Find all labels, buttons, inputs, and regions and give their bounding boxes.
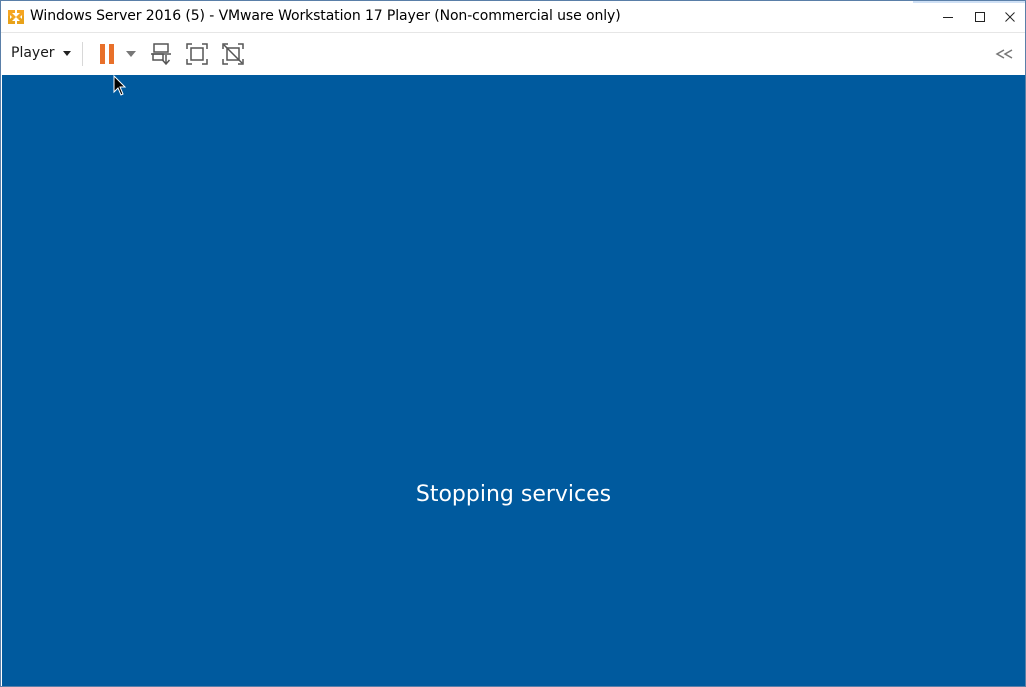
- pause-dropdown-button[interactable]: [123, 39, 139, 69]
- vm-status-text: Stopping services: [415, 482, 612, 507]
- close-button[interactable]: [995, 1, 1025, 32]
- close-icon: [1005, 11, 1015, 22]
- fullscreen-icon: [186, 43, 208, 65]
- pause-button[interactable]: [93, 39, 121, 69]
- player-menu-label: Player: [11, 45, 55, 61]
- window-title: Windows Server 2016 (5) - VMware Worksta…: [30, 8, 621, 24]
- maximize-button[interactable]: [965, 1, 995, 32]
- chevron-down-icon: [126, 51, 136, 57]
- double-chevron-left-icon: [995, 49, 1013, 59]
- fullscreen-button[interactable]: [183, 39, 211, 69]
- vm-console[interactable]: Stopping services: [2, 75, 1025, 686]
- title-bar[interactable]: Windows Server 2016 (5) - VMware Worksta…: [1, 1, 1025, 32]
- maximize-icon: [975, 11, 985, 22]
- pause-icon: [100, 44, 114, 64]
- collapse-toolbar-button[interactable]: [991, 39, 1019, 69]
- send-ctrl-alt-del-button[interactable]: [147, 39, 175, 69]
- minimize-button[interactable]: [933, 1, 963, 32]
- toolbar: Player: [1, 32, 1025, 75]
- player-menu-button[interactable]: Player: [5, 38, 77, 68]
- mouse-cursor-icon: [113, 75, 127, 96]
- vmware-player-window: Windows Server 2016 (5) - VMware Worksta…: [0, 0, 1026, 687]
- unity-button[interactable]: [219, 39, 247, 69]
- vmware-player-icon: [7, 8, 25, 26]
- minimize-icon: [943, 16, 953, 18]
- toolbar-divider: [82, 42, 83, 66]
- unity-icon: [222, 43, 244, 65]
- chevron-down-icon: [62, 50, 71, 56]
- ctrl-alt-del-icon: [151, 43, 171, 66]
